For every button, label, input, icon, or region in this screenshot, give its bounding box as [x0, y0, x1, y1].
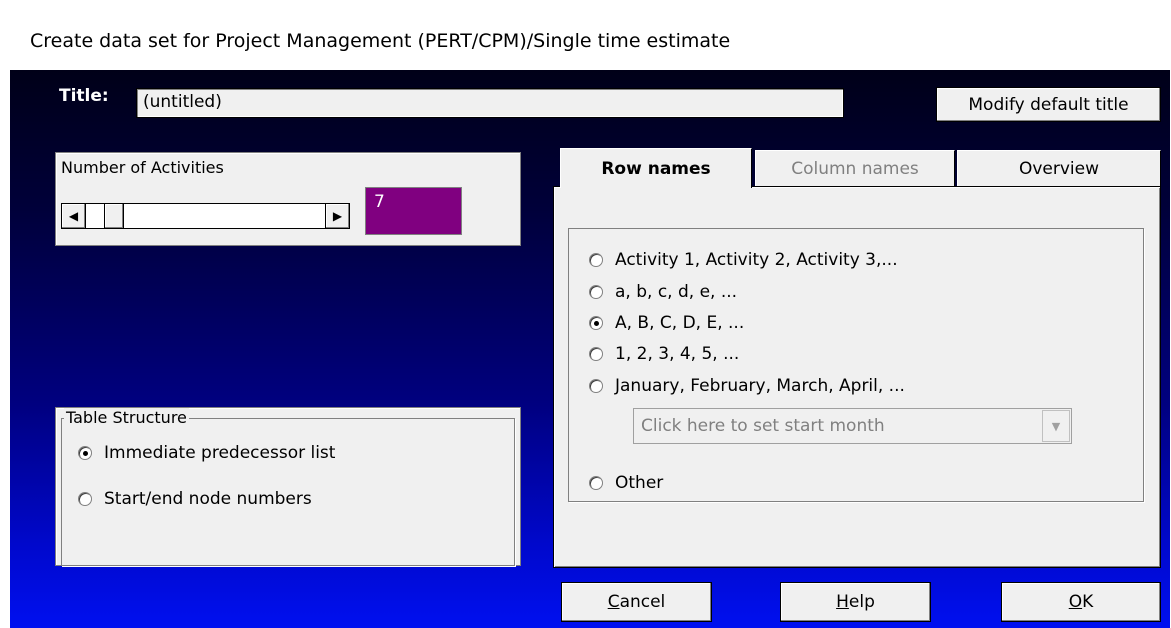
radio-label: a, b, c, d, e, ... [615, 282, 738, 302]
title-label: Title: [59, 86, 109, 106]
radio-label: 1, 2, 3, 4, 5, ... [615, 344, 740, 364]
start-month-placeholder: Click here to set start month [641, 416, 885, 436]
cancel-label: ancel [619, 592, 666, 612]
radio-unselected-icon[interactable] [589, 285, 603, 299]
scroll-right-arrow-icon[interactable]: ▶ [325, 204, 349, 228]
window-title: Create data set for Project Management (… [30, 30, 731, 52]
cancel-mnemonic: C [607, 592, 620, 612]
radio-months[interactable]: January, February, March, April, ... [589, 376, 905, 396]
tab-column-names[interactable]: Column names [755, 150, 955, 186]
radio-numbers[interactable]: 1, 2, 3, 4, 5, ... [589, 344, 739, 364]
help-mnemonic: H [836, 592, 849, 612]
scroll-left-arrow-icon[interactable]: ◀ [62, 204, 86, 228]
cancel-button[interactable]: Cancel [561, 582, 712, 622]
radio-lowercase-letters[interactable]: a, b, c, d, e, ... [589, 282, 737, 302]
radio-selected-icon[interactable] [589, 316, 603, 330]
radio-unselected-icon[interactable] [589, 347, 603, 361]
help-label: elp [848, 592, 875, 612]
scroll-thumb[interactable] [104, 204, 124, 228]
radio-label: Immediate predecessor list [104, 443, 336, 463]
tab-row-names[interactable]: Row names [560, 148, 752, 188]
radio-label: Start/end node numbers [104, 489, 312, 509]
start-month-dropdown[interactable]: Click here to set start month ▼ [633, 408, 1072, 444]
activities-scrollbar[interactable]: ◀ ▶ [61, 203, 350, 229]
tab-overview[interactable]: Overview [957, 150, 1161, 186]
help-button[interactable]: Help [780, 582, 931, 622]
radio-unselected-icon[interactable] [589, 253, 603, 267]
radio-immediate-predecessor[interactable]: Immediate predecessor list [78, 443, 335, 463]
radio-label: January, February, March, April, ... [615, 376, 905, 396]
title-input[interactable]: (untitled) [136, 88, 844, 118]
radio-activity-names[interactable]: Activity 1, Activity 2, Activity 3,... [589, 250, 898, 270]
radio-unselected-icon[interactable] [589, 379, 603, 393]
radio-uppercase-letters[interactable]: A, B, C, D, E, ... [589, 313, 744, 333]
radio-unselected-icon[interactable] [589, 476, 603, 490]
modify-default-title-button[interactable]: Modify default title [936, 87, 1161, 122]
number-of-activities-label: Number of Activities [61, 158, 224, 177]
radio-label: Activity 1, Activity 2, Activity 3,... [615, 250, 898, 270]
radio-label: A, B, C, D, E, ... [615, 313, 745, 333]
radio-selected-icon[interactable] [78, 446, 92, 460]
ok-label: K [1082, 592, 1094, 612]
radio-other[interactable]: Other [589, 473, 663, 493]
radio-unselected-icon[interactable] [78, 492, 92, 506]
radio-label: Other [615, 473, 664, 493]
activities-count: 7 [365, 187, 462, 235]
ok-button[interactable]: OK [1001, 582, 1161, 622]
ok-mnemonic: O [1068, 592, 1083, 612]
radio-start-end-node[interactable]: Start/end node numbers [78, 489, 312, 509]
table-structure-legend: Table Structure [64, 408, 189, 427]
dropdown-arrow-icon[interactable]: ▼ [1042, 410, 1070, 442]
